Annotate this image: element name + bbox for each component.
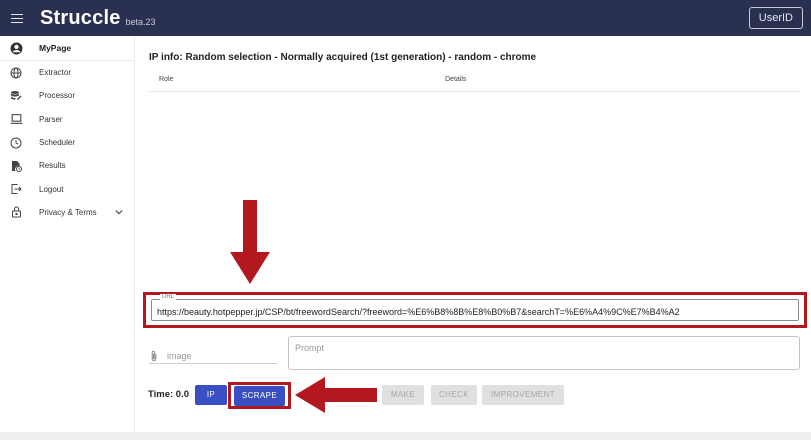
time-readout: Time: 0.0 — [148, 389, 190, 400]
scrape-button[interactable]: SCRAPE — [234, 386, 285, 406]
clock-icon — [9, 136, 23, 150]
url-highlight-frame: URL https://beauty.hotpepper.jp/CSP/bt/f… — [143, 292, 807, 328]
sidebar-item-parser[interactable]: Parser — [0, 108, 134, 131]
logout-icon — [9, 182, 23, 196]
sidebar-item-label: Scheduler — [39, 138, 76, 148]
improvement-button[interactable]: IMPROVEMENT — [482, 385, 564, 405]
menu-button[interactable] — [0, 0, 34, 36]
sidebar-item-label: Extractor — [39, 68, 72, 78]
column-header-details: Details — [445, 76, 467, 83]
prompt-textarea[interactable]: Prompt — [288, 336, 800, 370]
scrape-highlight-frame: SCRAPE — [228, 382, 291, 409]
ip-info-table-header: Role Details — [149, 74, 799, 92]
sidebar-item-scheduler[interactable]: Scheduler — [0, 131, 134, 154]
image-field-label: image — [167, 350, 192, 361]
sidebar-item-extractor[interactable]: Extractor — [0, 61, 134, 84]
image-attach-field[interactable]: image — [149, 348, 277, 364]
app-version: beta.23 — [125, 16, 156, 27]
make-button[interactable]: MAKE — [382, 385, 424, 405]
app-brand: Struccle — [40, 6, 121, 29]
globe-icon — [9, 66, 23, 80]
sidebar-item-label: MyPage — [39, 43, 72, 53]
sidebar-item-label: Logout — [39, 184, 64, 194]
sidebar-item-label: Parser — [39, 114, 63, 124]
paperclip-icon — [149, 350, 159, 362]
ip-button[interactable]: IP — [195, 385, 227, 405]
account-circle-icon — [9, 41, 23, 55]
down-arrow-annotation — [230, 200, 270, 284]
column-header-role: Role — [159, 76, 174, 83]
lock-icon — [9, 205, 23, 219]
sidebar-item-results[interactable]: Results — [0, 154, 134, 177]
prompt-placeholder: Prompt — [295, 343, 325, 353]
sidebar-item-logout[interactable]: Logout — [0, 177, 134, 200]
hamburger-menu-icon — [11, 13, 23, 23]
sidebar: MyPage Extractor Processor Parser Schedu… — [0, 36, 135, 432]
sidebar-item-label: Processor — [39, 91, 76, 101]
sidebar-item-label: Results — [39, 161, 66, 171]
laptop-icon — [9, 112, 23, 126]
file-clock-icon — [9, 159, 23, 173]
top-app-bar: Struccle beta.23 UserID — [0, 0, 811, 36]
sidebar-item-processor[interactable]: Processor — [0, 84, 134, 107]
url-field-label: URL — [160, 294, 177, 300]
page-bottom-strip — [0, 432, 811, 440]
url-field[interactable]: URL https://beauty.hotpepper.jp/CSP/bt/f… — [151, 294, 799, 321]
check-button[interactable]: CHECK — [431, 385, 477, 405]
sidebar-item-mypage[interactable]: MyPage — [0, 36, 134, 60]
ip-info-title: IP info: Random selection - Normally acq… — [149, 52, 537, 63]
sidebar-item-label: Privacy & Terms — [39, 207, 97, 217]
chevron-down-icon[interactable] — [115, 207, 123, 217]
left-arrow-annotation — [295, 377, 377, 413]
user-id-button[interactable]: UserID — [748, 7, 803, 29]
url-input-value[interactable]: https://beauty.hotpepper.jp/CSP/bt/freew… — [157, 307, 680, 317]
database-edit-icon — [9, 89, 23, 103]
sidebar-item-privacy-terms[interactable]: Privacy & Terms — [0, 201, 134, 224]
